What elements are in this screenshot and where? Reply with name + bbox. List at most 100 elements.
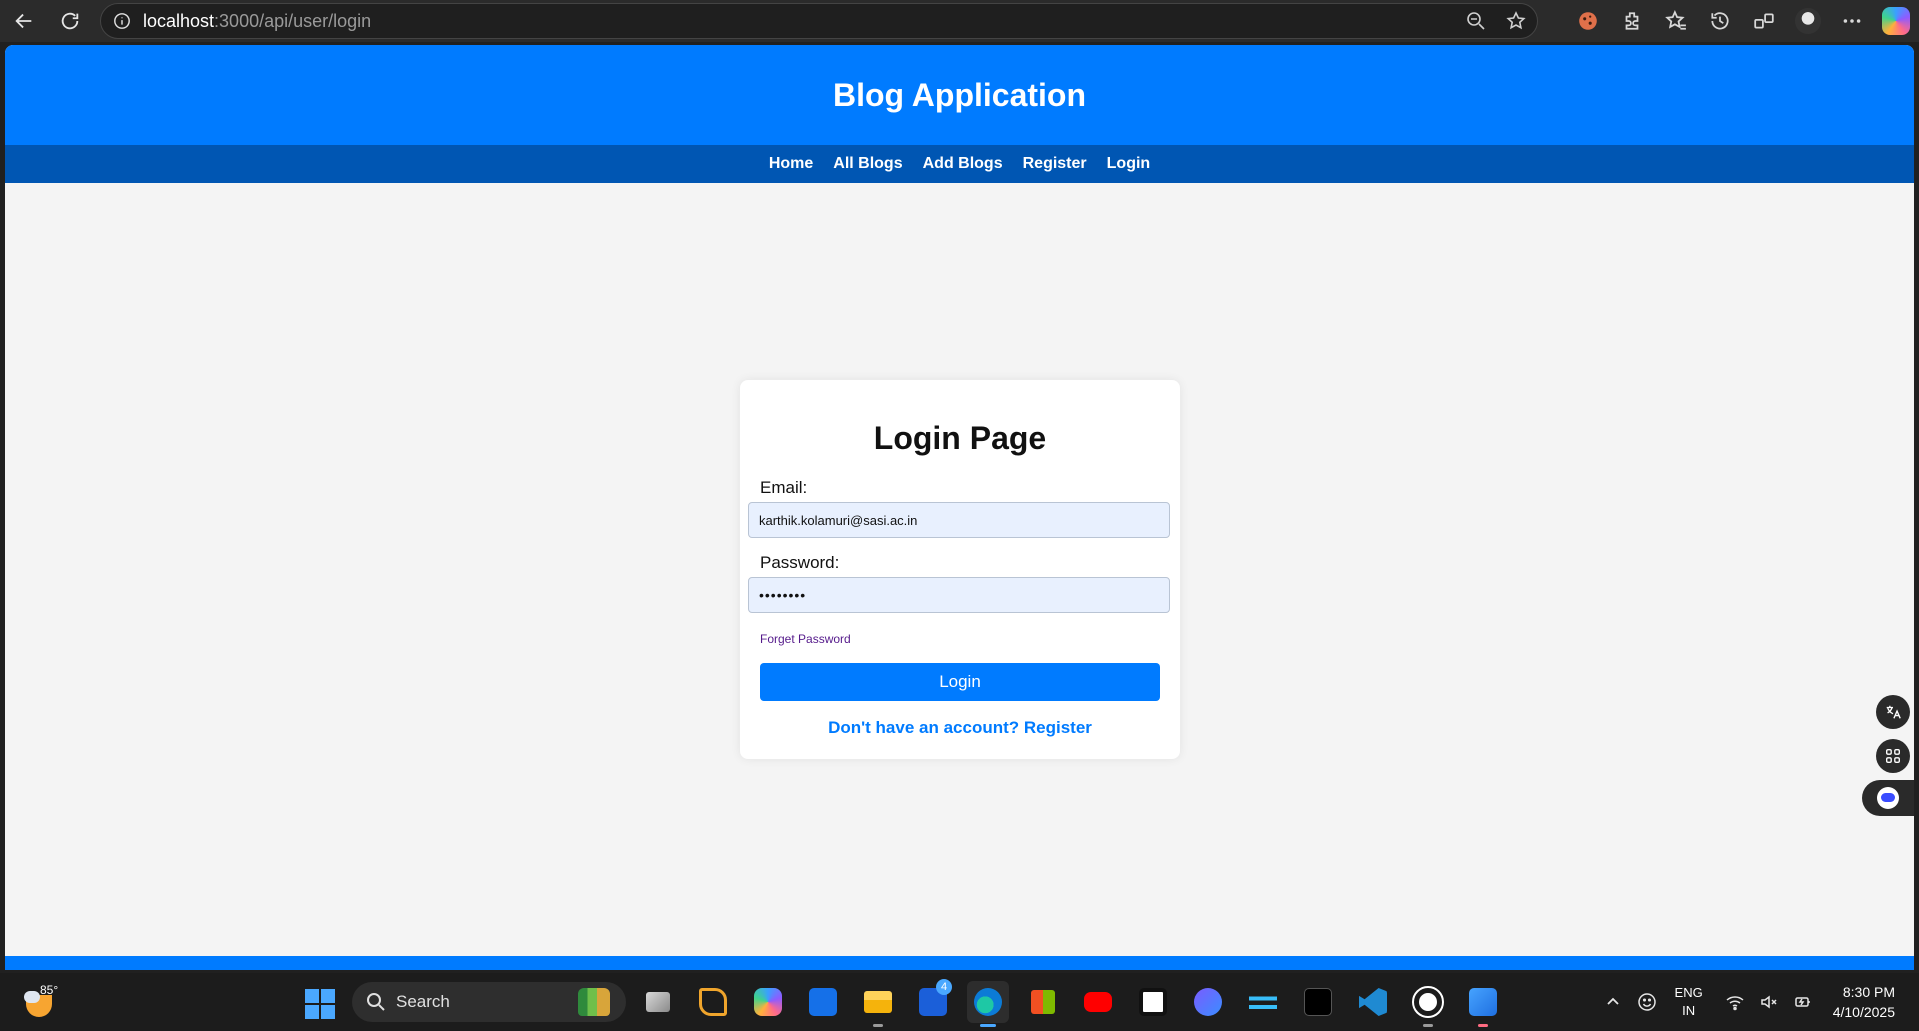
paint-app[interactable] xyxy=(1462,981,1504,1027)
start-button[interactable] xyxy=(305,989,335,1019)
language-indicator[interactable]: ENG IN xyxy=(1675,984,1703,1020)
browser-toolbar: localhost:3000/api/user/login xyxy=(0,0,1919,42)
history-icon[interactable] xyxy=(1705,6,1735,36)
chatgpt-app[interactable] xyxy=(1407,981,1449,1027)
password-label: Password: xyxy=(760,553,840,572)
vscode-icon xyxy=(1359,988,1387,1016)
zoom-icon[interactable] xyxy=(1463,8,1489,34)
avatar xyxy=(1795,8,1821,34)
task-view-icon xyxy=(646,992,670,1012)
youtube-icon xyxy=(1084,992,1112,1012)
dev-tool-app[interactable] xyxy=(1132,981,1174,1023)
weather-temperature: 85° xyxy=(40,983,59,997)
word-processor-app[interactable] xyxy=(802,981,844,1023)
workspaces-icon[interactable] xyxy=(1749,6,1779,36)
site-footer xyxy=(5,956,1914,970)
emoji-icon[interactable] xyxy=(1633,988,1661,1016)
search-icon xyxy=(366,992,386,1012)
apps-float-button[interactable] xyxy=(1876,739,1910,773)
windows-logo-tile xyxy=(321,989,335,1003)
m-app-icon xyxy=(1304,988,1332,1016)
hexagon-icon xyxy=(1194,988,1222,1016)
arrow-left-icon xyxy=(15,13,32,29)
store-app[interactable] xyxy=(1022,981,1064,1023)
cookie-extension-icon[interactable] xyxy=(1573,6,1603,36)
pen-app-icon xyxy=(699,988,727,1016)
reload-icon xyxy=(61,12,79,30)
forget-password-link[interactable]: Forget Password xyxy=(760,632,851,646)
language-code: ENG xyxy=(1674,985,1703,1000)
url-path: :3000/api/user/login xyxy=(214,10,372,31)
site-header: Blog Application xyxy=(5,45,1914,145)
translate-float-button[interactable] xyxy=(1876,695,1910,729)
register-link[interactable]: Don't have an account? Register xyxy=(740,718,1180,738)
hexagon-app[interactable] xyxy=(1187,981,1229,1023)
vscode-app[interactable] xyxy=(1352,981,1394,1023)
password-field[interactable] xyxy=(748,577,1170,613)
login-title: Login Page xyxy=(873,420,1047,456)
copilot-icon[interactable] xyxy=(1881,6,1911,36)
copilot-app[interactable] xyxy=(747,981,789,1023)
edge-icon xyxy=(974,988,1002,1016)
weather-widget[interactable]: 85° xyxy=(22,983,62,1023)
nav-login[interactable]: Login xyxy=(1107,155,1151,173)
system-tray: ENG IN 8:30 PM 4/10/2025 xyxy=(1593,973,1919,1031)
assistant-float-button[interactable] xyxy=(1862,780,1914,816)
region-code: IN xyxy=(1682,1003,1696,1018)
email-label: Email: xyxy=(760,478,808,497)
favorite-star-icon[interactable] xyxy=(1503,8,1529,34)
more-options-icon[interactable] xyxy=(1837,6,1867,36)
search-label: Search xyxy=(396,992,450,1011)
login-button[interactable]: Login xyxy=(760,663,1160,701)
login-card: Login Page Email: Password: Forget Passw… xyxy=(740,380,1180,759)
copilot-logo xyxy=(1882,7,1910,35)
windows-logo-tile xyxy=(305,1005,319,1019)
taskbar-search[interactable]: Search xyxy=(352,982,626,1022)
nav-add-blogs[interactable]: Add Blogs xyxy=(923,155,1003,173)
tailwind-app[interactable] xyxy=(1242,981,1284,1023)
writing-app[interactable] xyxy=(692,981,734,1023)
clock-time: 8:30 PM xyxy=(1842,984,1895,1000)
tailwind-wave-icon xyxy=(1249,988,1277,1016)
profile-avatar[interactable] xyxy=(1793,6,1823,36)
translate-icon xyxy=(1886,705,1901,719)
nav-all-blogs[interactable]: All Blogs xyxy=(833,155,902,173)
editor-m-app[interactable] xyxy=(1297,981,1339,1023)
running-indicator xyxy=(980,1024,996,1027)
clock-date: 4/10/2025 xyxy=(1832,1004,1895,1020)
address-bar[interactable]: localhost:3000/api/user/login xyxy=(100,3,1538,39)
running-indicator xyxy=(1478,1024,1488,1027)
site-title: Blog Application xyxy=(832,76,1086,113)
edge-browser-app[interactable] xyxy=(967,981,1009,1027)
running-indicator xyxy=(873,1024,883,1027)
url-host: localhost xyxy=(143,10,215,31)
launcher-app[interactable]: 4 xyxy=(912,979,954,1023)
apps-grid-icon xyxy=(1886,749,1900,763)
speaker-muted-icon[interactable] xyxy=(1755,988,1783,1016)
file-explorer-app[interactable] xyxy=(857,981,899,1027)
url-text[interactable]: localhost:3000/api/user/login xyxy=(143,11,371,32)
battery-icon[interactable] xyxy=(1789,988,1817,1016)
chatgpt-icon xyxy=(1412,986,1444,1018)
running-indicator xyxy=(1423,1024,1433,1027)
windows-logo-tile xyxy=(321,1005,335,1019)
paint-icon xyxy=(1469,988,1497,1016)
favorites-icon[interactable] xyxy=(1661,6,1691,36)
bot-icon xyxy=(1877,787,1899,809)
extensions-icon[interactable] xyxy=(1617,6,1647,36)
youtube-app[interactable] xyxy=(1077,981,1119,1023)
taskbar: 85° Search 4 ENG IN 8:30 PM 4/10/2025 xyxy=(0,973,1919,1031)
back-button[interactable] xyxy=(6,3,42,39)
nav-home[interactable]: Home xyxy=(769,155,813,173)
site-info-icon[interactable] xyxy=(113,12,131,30)
bracket-app-icon xyxy=(1139,988,1167,1016)
wifi-icon[interactable] xyxy=(1721,988,1749,1016)
system-clock[interactable]: 8:30 PM 4/10/2025 xyxy=(1833,982,1895,1022)
nav-register[interactable]: Register xyxy=(1023,155,1087,173)
folder-icon xyxy=(864,991,892,1013)
reload-button[interactable] xyxy=(52,3,88,39)
task-view-app[interactable] xyxy=(637,981,679,1023)
email-field[interactable] xyxy=(748,502,1170,538)
windows-logo-tile xyxy=(305,989,319,1003)
chevron-up-icon[interactable] xyxy=(1599,988,1627,1016)
